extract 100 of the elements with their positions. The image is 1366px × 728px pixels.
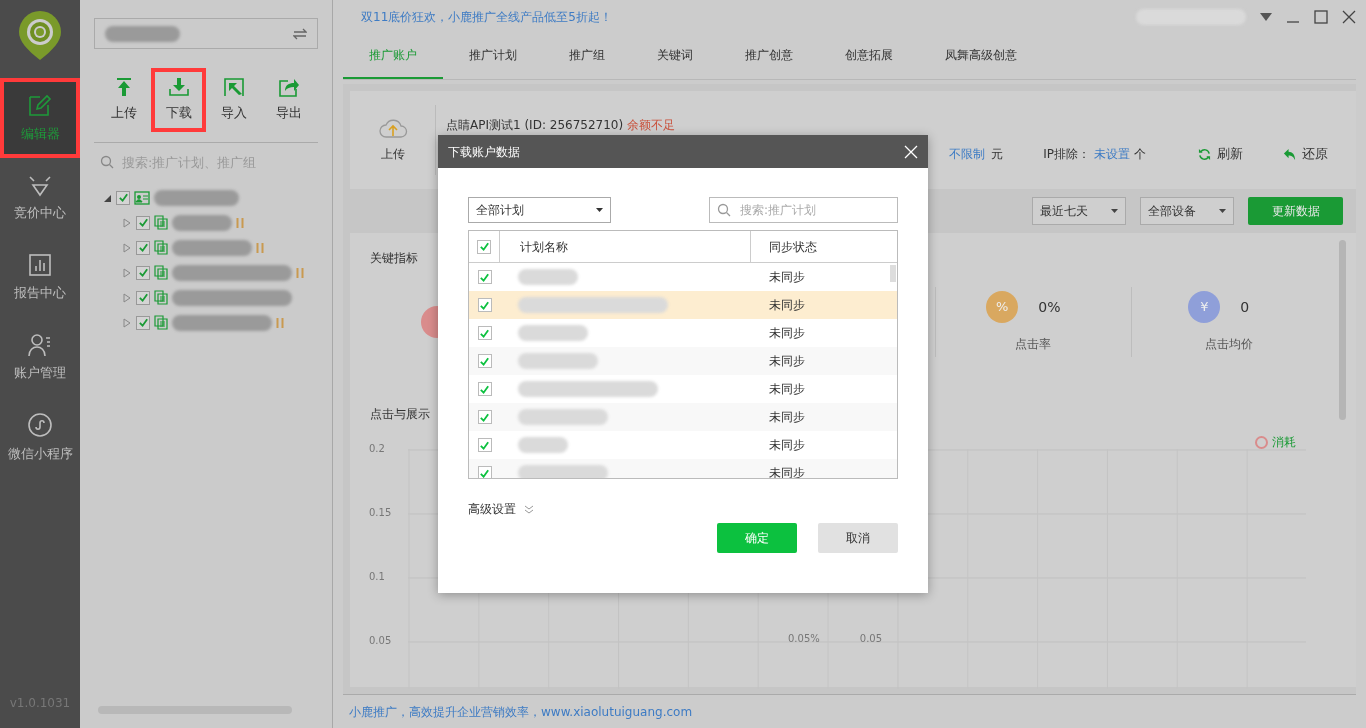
table-row[interactable]: 未同步 bbox=[469, 403, 897, 431]
caret-down-icon bbox=[1219, 209, 1226, 213]
checkbox[interactable] bbox=[477, 326, 492, 340]
refresh-button[interactable]: 刷新 bbox=[1198, 144, 1243, 164]
legend-marker-icon bbox=[1255, 435, 1268, 449]
document-icon bbox=[154, 265, 168, 280]
checkbox[interactable] bbox=[136, 215, 150, 230]
user-icon bbox=[27, 333, 53, 358]
account-selector[interactable] bbox=[94, 18, 318, 49]
blurred-text bbox=[518, 437, 568, 453]
checkbox[interactable] bbox=[136, 290, 150, 305]
table-row[interactable]: 未同步 bbox=[469, 347, 897, 375]
search-icon bbox=[717, 203, 731, 217]
chart-value-label: 0.05 bbox=[859, 632, 883, 646]
maximize-icon[interactable] bbox=[1314, 9, 1328, 24]
dialog-title: 下载账户数据 bbox=[448, 143, 520, 161]
section-title: 关键指标 bbox=[370, 250, 418, 267]
axis-tick-label: 0.15 bbox=[369, 506, 392, 520]
search-icon bbox=[100, 155, 114, 169]
refresh-icon bbox=[1198, 147, 1211, 161]
document-icon bbox=[154, 240, 168, 255]
pause-icon bbox=[256, 242, 264, 253]
filter-select[interactable]: 全部设备 bbox=[1140, 197, 1234, 225]
table-row[interactable]: 未同步 bbox=[469, 291, 897, 319]
pause-icon bbox=[236, 217, 244, 228]
undo-arrow-icon bbox=[1283, 147, 1296, 161]
sidebar-item[interactable]: 报告中心 bbox=[0, 238, 80, 318]
checkbox[interactable] bbox=[477, 270, 492, 284]
section-title: 点击与展示 bbox=[370, 406, 430, 423]
metric-label: 点击均价 bbox=[1204, 336, 1253, 353]
toolbar-button[interactable]: 导出 bbox=[261, 68, 316, 132]
column-header: 计划名称 bbox=[519, 238, 569, 256]
caret-down-icon bbox=[1111, 209, 1118, 213]
vertical-scrollbar[interactable] bbox=[890, 265, 896, 282]
tab[interactable]: 关键词 bbox=[631, 33, 719, 79]
collapsed-caret-icon[interactable] bbox=[122, 292, 132, 303]
plan-select[interactable]: 全部计划 bbox=[468, 197, 611, 223]
metric-value: 0% bbox=[1038, 297, 1061, 317]
tab[interactable]: 推广创意 bbox=[719, 33, 819, 79]
column-header: 同步状态 bbox=[750, 231, 897, 262]
sidebar-item[interactable]: 竞价中心 bbox=[0, 158, 80, 238]
filter-select[interactable]: 最近七天 bbox=[1032, 197, 1126, 225]
checkbox[interactable] bbox=[477, 382, 492, 396]
sidebar-item[interactable]: 账户管理 bbox=[0, 318, 80, 398]
table-cell-text: 未同步 bbox=[768, 297, 805, 314]
sidebar-item[interactable]: 微信小程序 bbox=[0, 398, 80, 478]
close-icon[interactable] bbox=[1342, 9, 1356, 24]
pause-icon bbox=[276, 317, 284, 328]
toolbar-button[interactable]: 上传 bbox=[96, 68, 151, 132]
tab[interactable]: 推广组 bbox=[543, 33, 631, 79]
toolbar-button[interactable]: 下载 bbox=[151, 68, 206, 132]
checkbox[interactable] bbox=[136, 240, 150, 255]
metric-icon: % bbox=[986, 291, 1019, 323]
logo bbox=[17, 10, 63, 62]
checkbox[interactable] bbox=[477, 438, 492, 452]
collapsed-caret-icon[interactable] bbox=[122, 242, 132, 253]
axis-tick-label: 0.05 bbox=[369, 634, 392, 648]
vertical-scrollbar[interactable] bbox=[1339, 240, 1346, 420]
checkbox[interactable] bbox=[477, 466, 492, 478]
plan-search-field[interactable]: 搜索:推广计划 bbox=[709, 197, 898, 223]
collapsed-caret-icon[interactable] bbox=[122, 217, 132, 228]
tab[interactable]: 推广计划 bbox=[443, 33, 543, 79]
checkbox[interactable] bbox=[477, 410, 492, 424]
upload-button[interactable]: 上传 bbox=[350, 91, 435, 189]
ip-exclusion-unit: 个 bbox=[1134, 146, 1146, 163]
account-name: 点睛API测试1 (ID: 256752710) bbox=[446, 117, 624, 135]
caret-down-icon[interactable] bbox=[1260, 12, 1272, 21]
import-icon bbox=[222, 77, 245, 98]
restore-button[interactable]: 还原 bbox=[1283, 144, 1328, 164]
tab[interactable]: 创意拓展 bbox=[819, 33, 919, 79]
edit-icon bbox=[27, 92, 53, 119]
checkbox[interactable] bbox=[116, 190, 130, 205]
checkbox[interactable] bbox=[136, 315, 150, 330]
table-cell-text: 未同步 bbox=[768, 409, 805, 426]
account-card-icon bbox=[134, 190, 150, 205]
blurred-text bbox=[172, 214, 232, 231]
tab[interactable]: 凤舞高级创意 bbox=[919, 33, 1043, 79]
document-icon bbox=[154, 215, 168, 230]
export-icon bbox=[277, 77, 300, 98]
collapsed-caret-icon[interactable] bbox=[122, 267, 132, 278]
blurred-text bbox=[518, 325, 588, 341]
checkbox[interactable] bbox=[477, 239, 491, 254]
balance-warning: 余额不足 bbox=[627, 117, 676, 135]
cancel-button[interactable]: 取消 bbox=[818, 523, 898, 553]
chart-value-label: 0.05% bbox=[788, 632, 820, 646]
swap-icon bbox=[293, 27, 307, 40]
metric-label: 点击率 bbox=[1015, 336, 1052, 353]
advanced-settings-toggle[interactable]: 高级设置 bbox=[468, 500, 534, 518]
table-cell-text: 未同步 bbox=[768, 353, 805, 370]
collapsed-caret-icon[interactable] bbox=[122, 317, 132, 328]
checkbox[interactable] bbox=[136, 265, 150, 280]
blurred-text bbox=[518, 269, 578, 285]
funnel-icon bbox=[28, 173, 52, 198]
table-cell-text: 未同步 bbox=[768, 381, 805, 398]
table-cell-text: 未同步 bbox=[768, 269, 805, 286]
toolbar-button[interactable]: 导入 bbox=[206, 68, 261, 132]
download-icon bbox=[167, 77, 190, 98]
legend-label: 消耗 bbox=[1272, 434, 1296, 451]
checkbox[interactable] bbox=[477, 298, 492, 312]
checkbox[interactable] bbox=[477, 354, 492, 368]
